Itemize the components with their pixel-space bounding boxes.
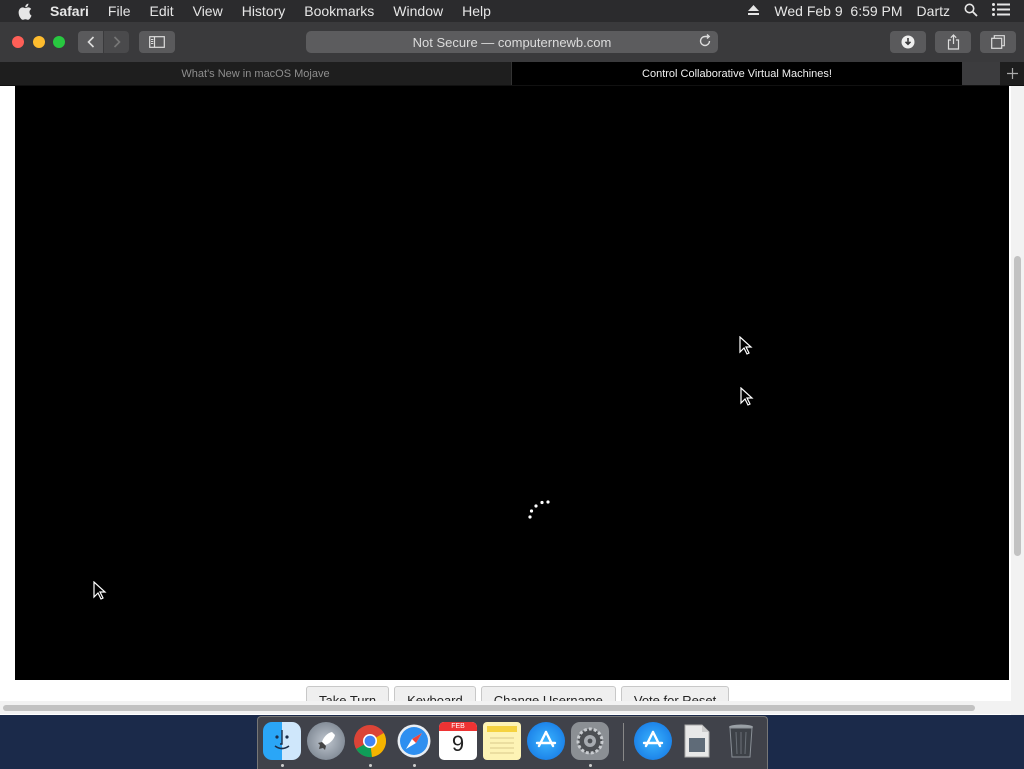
sidebar-icon: [149, 36, 165, 48]
running-indicator: [413, 764, 416, 767]
menu-history[interactable]: History: [242, 3, 286, 19]
document-icon[interactable]: [678, 722, 716, 760]
tab-whats-new[interactable]: What's New in macOS Mojave: [0, 62, 512, 85]
loading-spinner-icon: [528, 500, 550, 519]
apple-menu-icon[interactable]: [18, 3, 38, 20]
remote-cursor-icon: [740, 387, 754, 406]
eject-icon[interactable]: [747, 3, 760, 19]
tab-bar: What's New in macOS Mojave Control Colla…: [0, 62, 1024, 86]
zoom-window-button[interactable]: [53, 36, 65, 48]
notes-icon[interactable]: [483, 722, 521, 760]
address-text: Not Secure — computernewb.com: [412, 34, 612, 50]
tab-label: What's New in macOS Mojave: [181, 67, 330, 80]
safari-toolbar: Not Secure — computernewb.com: [0, 22, 1024, 63]
running-indicator: [589, 764, 592, 767]
chrome-icon[interactable]: [351, 722, 389, 760]
downloads-button[interactable]: [890, 31, 926, 53]
safari-icon[interactable]: [395, 722, 433, 760]
sidebar-toggle-button[interactable]: [139, 31, 175, 53]
system-preferences-icon[interactable]: [571, 722, 609, 760]
new-tab-button[interactable]: [1000, 62, 1024, 85]
chevron-left-icon: [86, 36, 94, 48]
notification-center-icon[interactable]: [992, 3, 1010, 19]
forward-button[interactable]: [104, 31, 129, 53]
reload-icon[interactable]: [698, 33, 712, 51]
menu-bar: Safari File Edit View History Bookmarks …: [0, 0, 1024, 22]
close-window-button[interactable]: [12, 36, 24, 48]
calendar-icon[interactable]: FEB 9: [439, 722, 477, 760]
web-content: Take Turn Keyboard Change Username Vote …: [0, 86, 1024, 715]
plus-icon: [1006, 68, 1018, 79]
dock-separator: [623, 723, 624, 761]
tab-overview-button[interactable]: [980, 31, 1016, 53]
back-button[interactable]: [78, 31, 103, 53]
running-indicator: [369, 764, 372, 767]
vertical-scroll-thumb[interactable]: [1014, 256, 1021, 556]
menu-safari[interactable]: Safari: [50, 3, 89, 19]
tab-control-vm[interactable]: Control Collaborative Virtual Machines!: [512, 62, 962, 85]
chevron-right-icon: [113, 36, 121, 48]
trash-icon[interactable]: [722, 722, 760, 760]
menu-file[interactable]: File: [108, 3, 131, 19]
vm-display[interactable]: [15, 86, 1009, 680]
app-store-installer-icon[interactable]: [634, 722, 672, 760]
share-button[interactable]: [935, 31, 971, 53]
finder-icon[interactable]: [263, 722, 301, 760]
calendar-month: FEB: [439, 722, 477, 731]
tabs-icon: [991, 35, 1005, 49]
spotlight-search-icon[interactable]: [964, 3, 978, 20]
launchpad-icon[interactable]: [307, 722, 345, 760]
calendar-day: 9: [451, 731, 465, 756]
menu-view[interactable]: View: [193, 3, 223, 19]
remote-cursor-icon: [93, 581, 107, 600]
horizontal-scroll-thumb[interactable]: [3, 705, 975, 711]
share-icon: [947, 34, 959, 50]
app-store-icon[interactable]: [527, 722, 565, 760]
download-icon: [901, 35, 915, 49]
dock: FEB 9: [257, 716, 768, 769]
menu-help[interactable]: Help: [462, 3, 491, 19]
minimize-window-button[interactable]: [33, 36, 45, 48]
vertical-scrollbar[interactable]: [1011, 86, 1024, 715]
running-indicator: [281, 764, 284, 767]
menu-edit[interactable]: Edit: [149, 3, 173, 19]
menu-bookmarks[interactable]: Bookmarks: [304, 3, 374, 19]
menu-window[interactable]: Window: [393, 3, 443, 19]
horizontal-scrollbar[interactable]: [0, 701, 1011, 714]
user-name[interactable]: Dartz: [917, 3, 950, 19]
tab-label: Control Collaborative Virtual Machines!: [642, 67, 832, 80]
address-bar[interactable]: Not Secure — computernewb.com: [306, 31, 718, 53]
clock[interactable]: Wed Feb 9 6:59 PM: [774, 3, 902, 19]
remote-cursor-icon: [739, 336, 753, 355]
tab-spacer: [962, 62, 1000, 85]
